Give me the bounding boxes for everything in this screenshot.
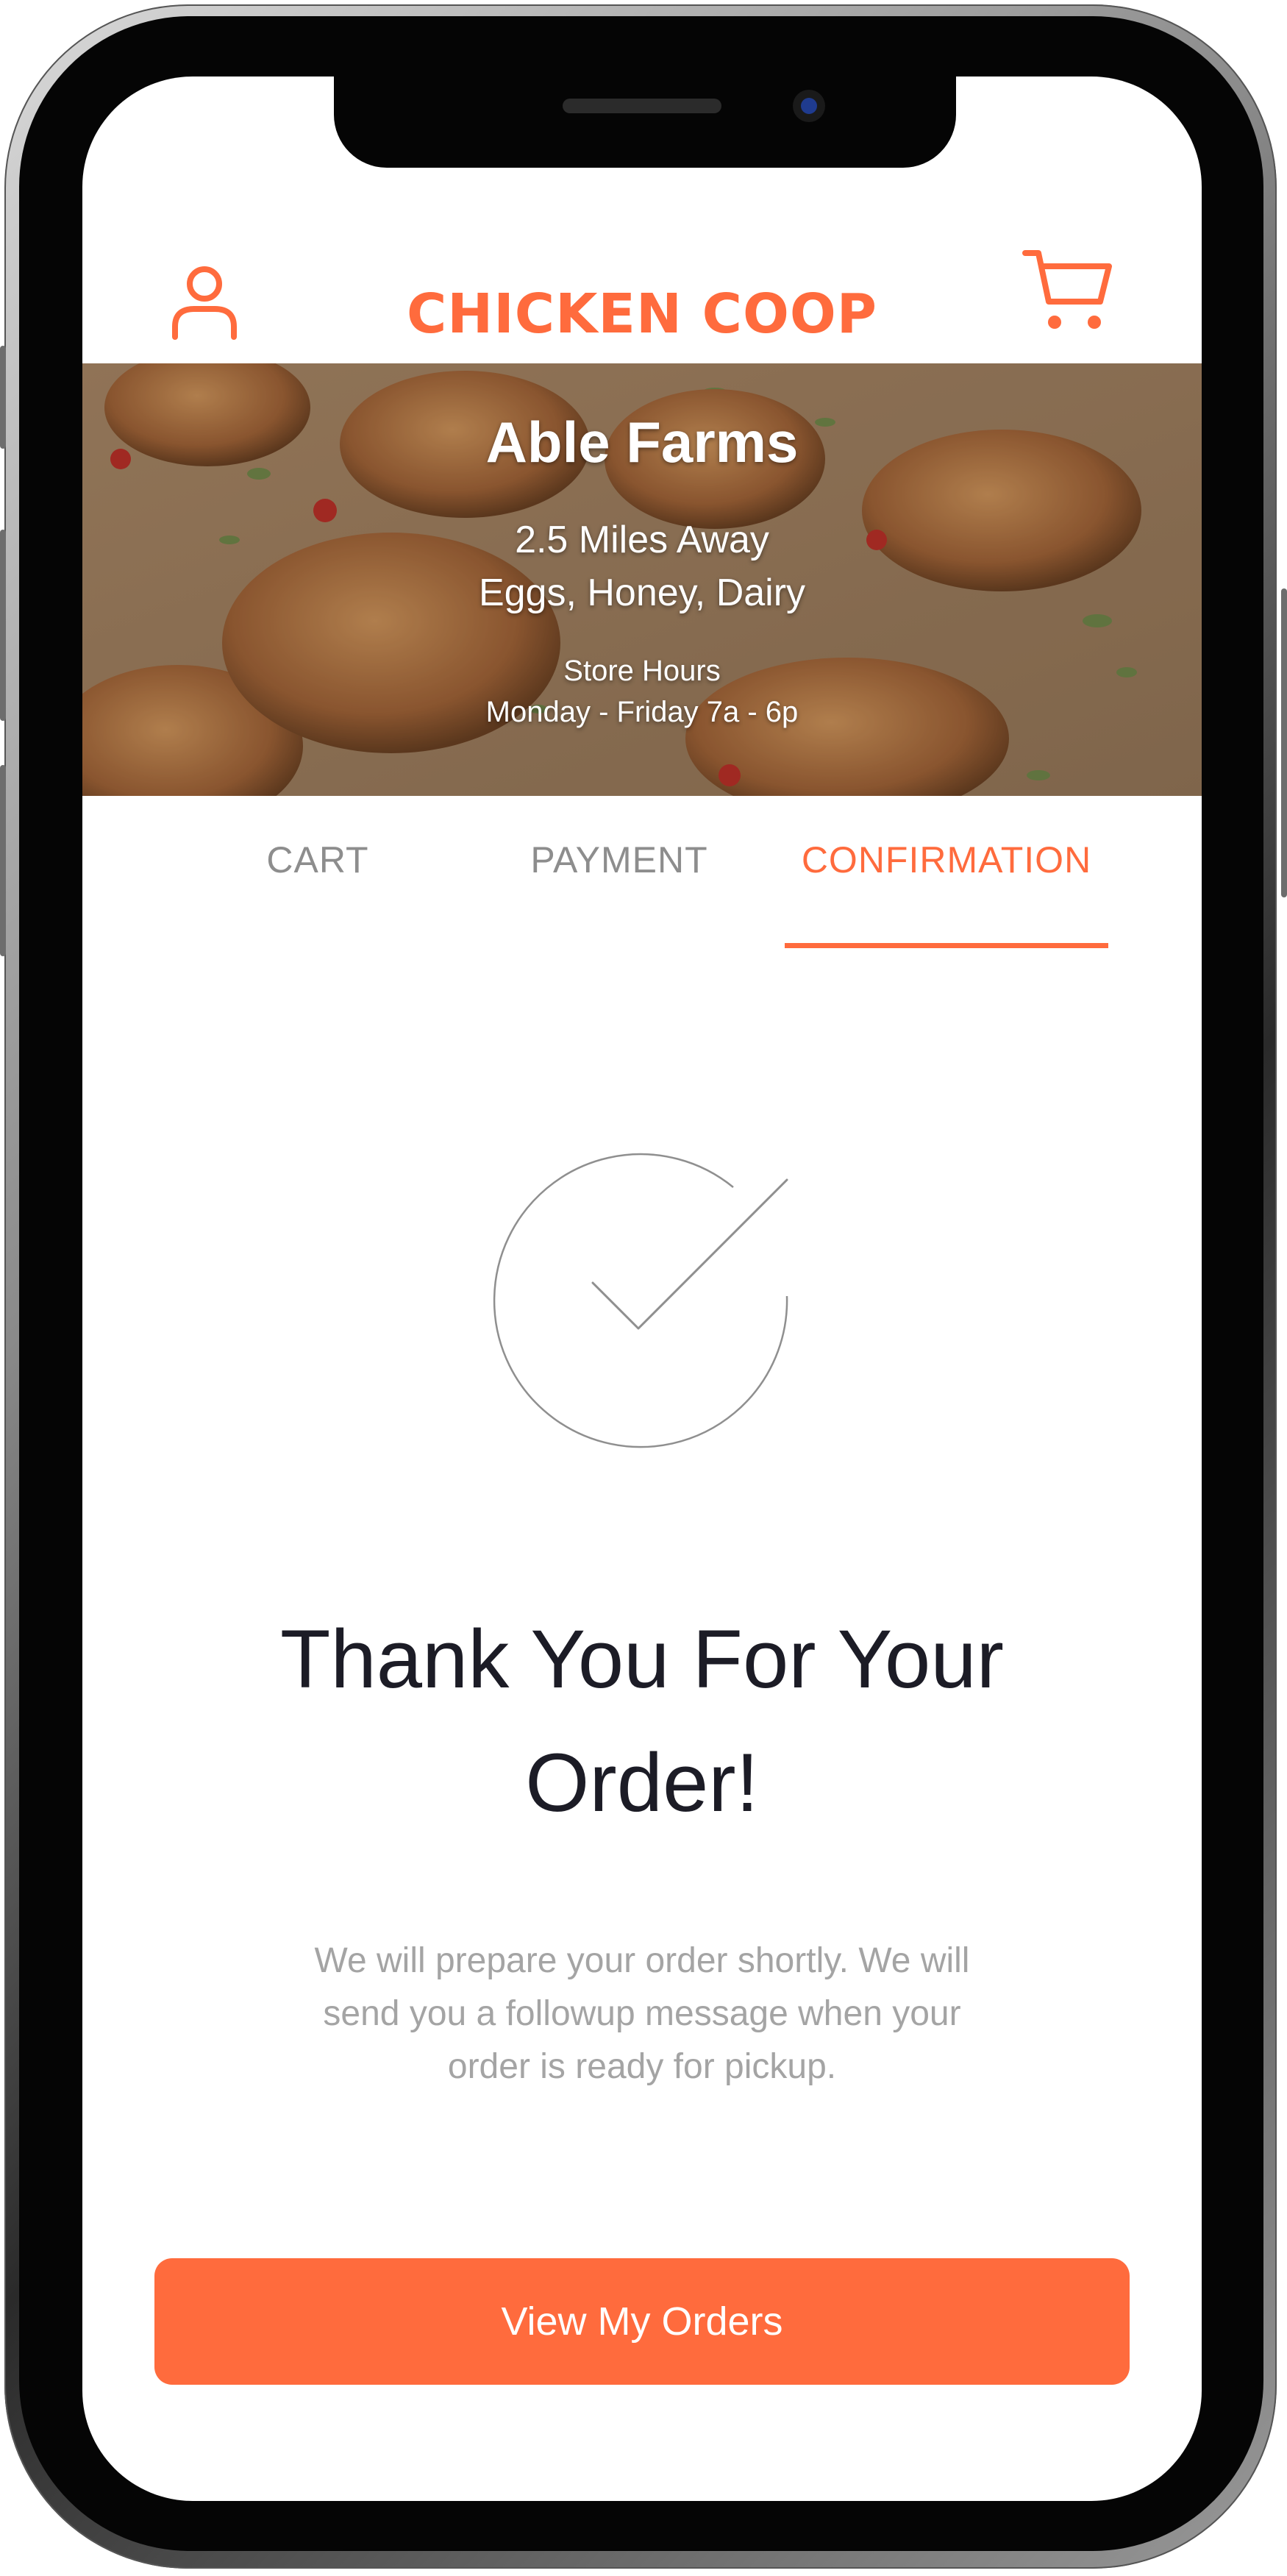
side-button-volume-down — [0, 765, 6, 956]
tab-confirmation[interactable]: CONFIRMATION — [785, 839, 1108, 881]
checkmark-circle-icon — [493, 1152, 797, 1459]
cart-icon[interactable] — [1022, 247, 1115, 334]
confirmation-message-line2: send you a followup message when your — [323, 1994, 961, 2033]
tab-payment[interactable]: PAYMENT — [487, 839, 752, 881]
store-hours-value: Monday - Friday 7a - 6p — [485, 696, 799, 728]
notch — [334, 77, 956, 168]
confirmation-message-line1: We will prepare your order shortly. We w… — [314, 1941, 970, 1980]
confirmation-title-line2: Order! — [525, 1737, 759, 1829]
speaker-grille — [563, 99, 721, 113]
front-camera — [793, 90, 825, 122]
app-header: CHICKEN COOP — [82, 168, 1202, 352]
phone-screen: CHICKEN COOP Able Farms 2.5 Miles Away E… — [82, 77, 1202, 2501]
confirmation-title-line1: Thank You For Your — [280, 1613, 1004, 1705]
side-button-power — [1281, 588, 1287, 897]
tab-cart[interactable]: CART — [207, 839, 428, 881]
farm-banner: Able Farms 2.5 Miles Away Eggs, Honey, D… — [82, 363, 1202, 796]
side-button-mute — [0, 346, 6, 449]
active-tab-indicator — [785, 943, 1108, 948]
confirmation-title: Thank You For Your Order! — [82, 1598, 1202, 1845]
confirmation-message-line3: order is ready for pickup. — [447, 2047, 837, 2086]
side-button-volume-up — [0, 530, 6, 721]
confirmation-message: We will prepare your order shortly. We w… — [281, 1935, 1003, 2093]
farm-distance: 2.5 Miles Away — [515, 519, 769, 561]
farm-name: Able Farms — [485, 410, 799, 474]
store-hours-label: Store Hours — [563, 655, 721, 687]
view-my-orders-button[interactable]: View My Orders — [154, 2258, 1130, 2385]
checkout-tabs: CART PAYMENT CONFIRMATION — [82, 796, 1202, 906]
farm-products: Eggs, Honey, Dairy — [478, 572, 806, 614]
